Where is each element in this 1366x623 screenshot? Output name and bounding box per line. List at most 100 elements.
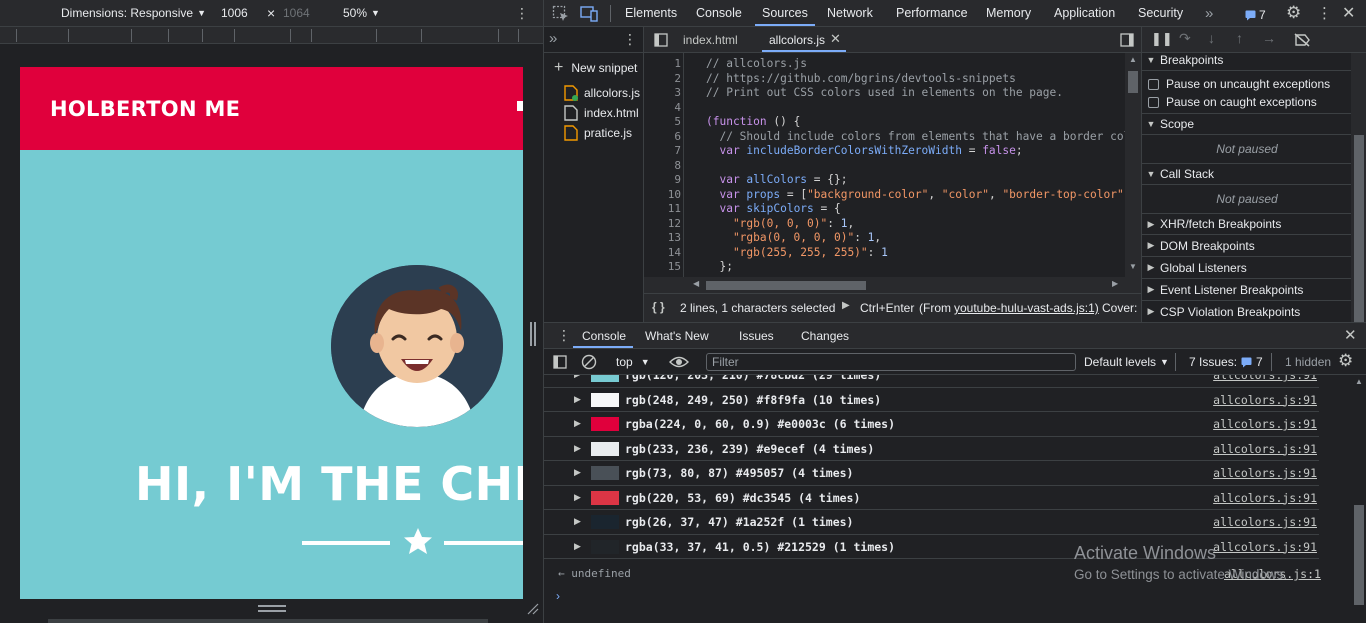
scroll-up-icon[interactable]: ▲ <box>1129 55 1137 64</box>
file-item-pratice[interactable]: pratice.js <box>564 125 632 141</box>
tab-memory[interactable]: Memory <box>986 0 1031 27</box>
line-number[interactable]: 11 <box>645 202 683 215</box>
zoom-dropdown[interactable]: 50% ▼ <box>343 6 380 20</box>
pause-uncaught-checkbox[interactable]: Pause on uncaught exceptions <box>1148 77 1330 91</box>
console-log-row[interactable]: ▶ rgb(233, 236, 239) #e9ecef (4 times) all… <box>544 437 1319 461</box>
log-source-link[interactable]: allcolors.js:91 <box>1213 466 1317 480</box>
scroll-down-icon[interactable]: ▼ <box>1129 262 1137 271</box>
deactivate-breakpoints-icon[interactable] <box>1294 33 1311 47</box>
step-into-icon[interactable]: ↓ <box>1208 30 1215 46</box>
new-snippet-button[interactable]: + New snippet <box>554 59 637 77</box>
console-log-row[interactable]: ▶ rgb(73, 80, 87) #495057 (4 times) allcol… <box>544 461 1319 486</box>
pane-splitter[interactable] <box>530 322 536 346</box>
dimensions-dropdown[interactable]: Dimensions: Responsive ▼ <box>61 6 206 20</box>
log-source-link[interactable]: allcolors.js:91 <box>1213 393 1317 407</box>
log-levels-dropdown[interactable]: Default levels ▼ <box>1084 355 1169 369</box>
expand-triangle-icon[interactable]: ▶ <box>574 541 581 552</box>
issues-counter[interactable]: 7 Issues: 7 <box>1189 355 1263 369</box>
live-expression-eye-icon[interactable] <box>669 355 689 369</box>
editor-horizontal-scrollbar[interactable]: ◀ ▶ <box>644 277 1125 293</box>
more-options-icon[interactable]: ⋮ <box>515 5 529 22</box>
breakpoints-section[interactable]: ▼ Breakpoints <box>1142 49 1352 71</box>
checkbox[interactable] <box>1148 78 1159 90</box>
scope-section[interactable]: ▼ Scope <box>1142 113 1352 135</box>
console-log-row[interactable]: ▶ rgb(248, 249, 250) #f8f9fa (10 times) al… <box>544 388 1319 412</box>
more-tabs-icon[interactable]: » <box>1205 0 1213 27</box>
file-item-index[interactable]: index.html <box>564 105 639 121</box>
console-log-row[interactable]: ▶ rgb(220, 53, 69) #dc3545 (4 times) allco… <box>544 486 1319 510</box>
line-number[interactable]: 13 <box>645 231 683 244</box>
expand-triangle-icon[interactable]: ▶ <box>574 375 581 380</box>
console-scrollbar[interactable]: ▲ <box>1351 375 1366 623</box>
run-snippet-icon[interactable]: ▶ <box>842 300 850 311</box>
drawer-tab-issues[interactable]: Issues <box>739 329 774 343</box>
log-source-link[interactable]: allcolors.js:91 <box>1213 491 1317 505</box>
expand-triangle-icon[interactable]: ▶ <box>574 418 581 429</box>
line-number[interactable]: 5 <box>645 115 683 128</box>
line-number[interactable]: 12 <box>645 217 683 230</box>
console-log-row[interactable]: ▶ rgba(224, 0, 60, 0.9) #e0003c (6 times)… <box>544 412 1319 437</box>
site-logo[interactable]: HOLBERTON ME <box>50 97 240 121</box>
close-devtools-icon[interactable]: ✕ <box>1342 3 1355 23</box>
toggle-debugger-icon[interactable] <box>1120 33 1134 47</box>
scroll-up-icon[interactable]: ▲ <box>1355 377 1363 386</box>
line-number[interactable]: 8 <box>645 159 683 172</box>
tab-security[interactable]: Security <box>1138 0 1183 27</box>
pause-icon[interactable]: ❚❚ <box>1151 31 1173 47</box>
log-source-link[interactable]: allcolors.js:91 <box>1213 442 1317 456</box>
scrollbar-thumb[interactable] <box>706 281 866 290</box>
xhr-breakpoints-section[interactable]: ▶ XHR/fetch Breakpoints <box>1142 213 1352 235</box>
step-over-icon[interactable]: ↷ <box>1179 30 1191 47</box>
expand-triangle-icon[interactable]: ▶ <box>574 467 581 478</box>
tab-elements[interactable]: Elements <box>625 0 677 27</box>
line-number[interactable]: 9 <box>645 173 683 186</box>
debugger-scrollbar[interactable] <box>1351 53 1366 325</box>
line-number[interactable]: 1 <box>645 57 683 70</box>
show-sidebar-icon[interactable] <box>553 355 567 369</box>
csp-violation-breakpoints-section[interactable]: ▶ CSP Violation Breakpoints <box>1142 301 1352 323</box>
editor-tab-allcolors[interactable]: allcolors.js <box>769 33 825 47</box>
scrollbar-thumb[interactable] <box>1354 505 1364 605</box>
times-icon[interactable]: × <box>267 5 275 21</box>
more-options-icon[interactable]: ⋮ <box>623 31 637 48</box>
tab-console[interactable]: Console <box>696 0 742 27</box>
console-settings-gear-icon[interactable]: ⚙ <box>1338 351 1353 371</box>
scrollbar-thumb[interactable] <box>1354 135 1364 325</box>
dom-breakpoints-section[interactable]: ▶ DOM Breakpoints <box>1142 235 1352 257</box>
log-source-link[interactable]: allcolors.js:91 <box>1213 515 1317 529</box>
drawer-tab-whats-new[interactable]: What's New <box>645 329 709 343</box>
step-out-icon[interactable]: ↑ <box>1236 30 1243 46</box>
log-source-link[interactable]: allcolors.js:91 <box>1213 417 1317 431</box>
editor-tab-index[interactable]: index.html <box>683 33 738 47</box>
page-viewport[interactable]: HOLBERTON ME HI, I'M THE CHE <box>20 67 523 599</box>
pause-caught-checkbox[interactable]: Pause on caught exceptions <box>1148 95 1317 109</box>
line-number[interactable]: 4 <box>645 101 683 114</box>
expand-triangle-icon[interactable]: ▶ <box>574 394 581 405</box>
console-output[interactable]: ▶ rgb(120, 203, 210) #78cbd2 (29 times) al… <box>544 375 1366 623</box>
file-item-allcolors[interactable]: allcolors.js <box>564 85 640 101</box>
horizontal-scrollbar[interactable] <box>48 619 488 623</box>
code-editor[interactable]: 1 2 3 4 5 6 7 8 9 10 11 12 13 14 15 // a… <box>644 53 1141 293</box>
event-listener-breakpoints-section[interactable]: ▶ Event Listener Breakpoints <box>1142 279 1352 301</box>
scrollbar-thumb[interactable] <box>1128 71 1138 93</box>
console-log-row[interactable]: ▶ rgb(26, 37, 47) #1a252f (1 times) allcol… <box>544 510 1319 535</box>
expand-triangle-icon[interactable]: ▶ <box>574 516 581 527</box>
close-drawer-icon[interactable]: ✕ <box>1344 326 1357 344</box>
console-filter-input[interactable] <box>706 353 1076 371</box>
expand-triangle-icon[interactable]: ▶ <box>574 443 581 454</box>
width-input[interactable]: 1006 <box>221 6 248 20</box>
more-options-icon[interactable]: ⋮ <box>1317 4 1332 22</box>
line-number[interactable]: 7 <box>645 144 683 157</box>
line-number[interactable]: 10 <box>645 188 683 201</box>
tab-application[interactable]: Application <box>1054 0 1115 27</box>
log-source-link[interactable]: allcolors.js:91 <box>1213 375 1317 382</box>
line-number[interactable]: 14 <box>645 246 683 259</box>
context-selector[interactable]: top ▼ <box>616 355 650 369</box>
nav-menu-peek[interactable] <box>517 101 523 111</box>
issues-badge[interactable]: 7 <box>1245 8 1266 22</box>
console-log-row[interactable]: ▶ rgb(120, 203, 210) #78cbd2 (29 times) al… <box>544 375 1319 388</box>
checkbox[interactable] <box>1148 96 1159 108</box>
call-stack-section[interactable]: ▼ Call Stack <box>1142 163 1352 185</box>
coverage-label[interactable]: Cover: <box>1102 301 1137 315</box>
height-input[interactable]: 1064 <box>283 6 310 20</box>
